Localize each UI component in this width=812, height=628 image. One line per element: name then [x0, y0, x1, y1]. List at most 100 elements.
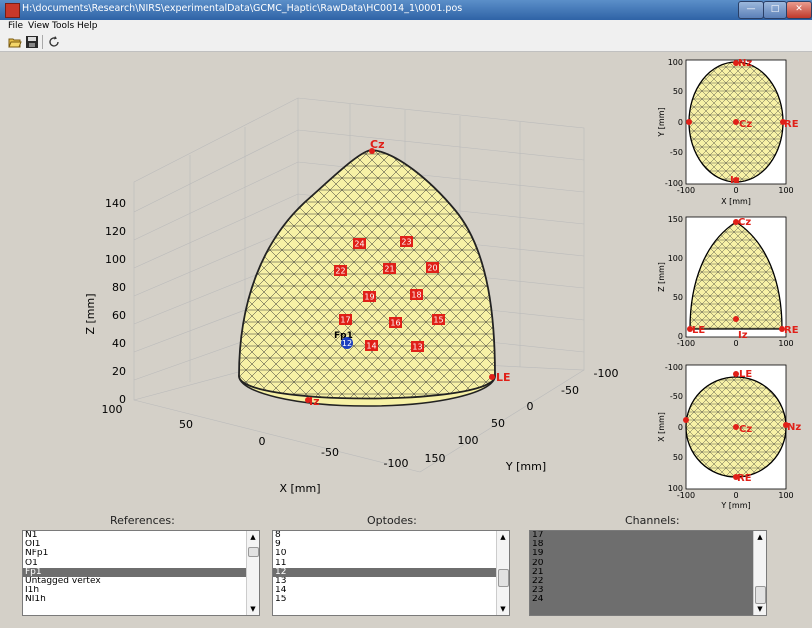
- list-item[interactable]: 22: [530, 577, 766, 586]
- references-listbox[interactable]: N1 OI1 NFp1 O1 Fp1 Untagged vertex I1h N…: [22, 530, 260, 616]
- optode-12-label: 12: [342, 339, 352, 348]
- front-view-axes[interactable]: Cz LE Iz RE 150 100 50 0 -100 0 100 Z [m…: [650, 212, 810, 357]
- landmark-cz-label: Cz: [370, 138, 384, 151]
- left-ticks: -100 -50 0 50 100: [665, 363, 683, 493]
- scroll-thumb[interactable]: [755, 586, 766, 604]
- menu-tools[interactable]: Tools: [52, 20, 74, 33]
- x-axis-label: X [mm]: [721, 197, 751, 206]
- list-item[interactable]: 20: [530, 559, 766, 568]
- close-button[interactable]: ✕: [786, 1, 812, 19]
- bottom-ticks: -100 0 100: [677, 339, 794, 348]
- list-item[interactable]: 18: [530, 540, 766, 549]
- open-folder-icon[interactable]: [8, 35, 22, 49]
- scroll-down-icon[interactable]: ▼: [247, 603, 259, 615]
- scroll-up-icon[interactable]: ▲: [754, 531, 766, 543]
- optode-15[interactable]: 15: [432, 314, 445, 325]
- z-tick: 40: [112, 337, 126, 350]
- side-view-axes[interactable]: LE Nz Cz RE -100 -50 0 50 100 -100 0 100…: [650, 360, 810, 512]
- scroll-down-icon[interactable]: ▼: [497, 603, 509, 615]
- optode-20-label: 20: [427, 264, 437, 273]
- top-view-axes[interactable]: Nz Cz RE Iz 100 50 0 -50 -100 -100 0 100…: [650, 55, 810, 210]
- list-item[interactable]: 10: [273, 549, 509, 558]
- list-item[interactable]: 8: [273, 531, 509, 540]
- window-title: H:\documents\Research\NIRS\experimentalD…: [22, 3, 463, 14]
- menu-help[interactable]: Help: [77, 20, 98, 33]
- y-tick: -50: [561, 384, 579, 397]
- optode-19[interactable]: 19: [363, 291, 376, 302]
- list-item[interactable]: I1h: [23, 586, 259, 595]
- maximize-button[interactable]: □: [763, 1, 787, 19]
- list-item[interactable]: 17: [530, 531, 766, 540]
- landmark-le-label: LE: [496, 371, 511, 384]
- optode-18[interactable]: 18: [410, 289, 423, 300]
- y-tick: 100: [458, 434, 479, 447]
- list-item[interactable]: Untagged vertex: [23, 577, 259, 586]
- menu-file[interactable]: File: [8, 20, 23, 33]
- tick: -100: [665, 363, 683, 372]
- list-item[interactable]: NI1h: [23, 595, 259, 604]
- tick: 100: [668, 58, 683, 67]
- optode-16[interactable]: 16: [389, 317, 402, 328]
- scrollbar[interactable]: ▲ ▼: [753, 531, 766, 615]
- list-item-selected[interactable]: Fp1: [23, 567, 259, 577]
- optode-20[interactable]: 20: [426, 262, 439, 273]
- label-re: RE: [737, 473, 752, 484]
- save-icon[interactable]: [25, 35, 39, 49]
- optode-13-label: 13: [412, 343, 422, 352]
- tick: -100: [677, 339, 695, 348]
- scroll-thumb[interactable]: [248, 547, 259, 557]
- x-axis-label: Y [mm]: [720, 501, 750, 510]
- list-item[interactable]: 15: [273, 595, 509, 604]
- list-item[interactable]: 13: [273, 577, 509, 586]
- list-item[interactable]: 24: [530, 595, 766, 604]
- x-tick: 100: [102, 403, 123, 416]
- list-item[interactable]: O1: [23, 559, 259, 568]
- optode-23[interactable]: 23: [400, 236, 413, 247]
- scroll-up-icon[interactable]: ▲: [247, 531, 259, 543]
- y-axis-label: Z [mm]: [657, 262, 666, 292]
- optode-12-selected[interactable]: 12: [341, 337, 353, 349]
- optodes-listbox[interactable]: 8 9 10 11 12 13 14 15 ▲ ▼: [272, 530, 510, 616]
- optode-21[interactable]: 21: [383, 263, 396, 274]
- optode-22[interactable]: 22: [334, 265, 347, 276]
- z-tick: 120: [105, 225, 126, 238]
- optode-19-label: 19: [364, 293, 374, 302]
- channels-listbox[interactable]: 17 18 19 20 21 22 23 24 ▲ ▼: [529, 530, 767, 616]
- tick: -50: [670, 392, 683, 401]
- optode-17[interactable]: 17: [339, 314, 352, 325]
- scroll-thumb[interactable]: [498, 569, 509, 587]
- list-item[interactable]: OI1: [23, 540, 259, 549]
- scrollbar[interactable]: ▲ ▼: [246, 531, 259, 615]
- list-item[interactable]: 23: [530, 586, 766, 595]
- list-item[interactable]: NFp1: [23, 549, 259, 558]
- optode-15-label: 15: [433, 316, 443, 325]
- menu-view[interactable]: View: [28, 20, 49, 33]
- rotate-icon[interactable]: [47, 35, 61, 49]
- main-3d-axes[interactable]: Cz LE Iz Fp1 24 23 22 21 20 19 18 17 16 …: [0, 52, 640, 502]
- z-tick: 60: [112, 309, 126, 322]
- left-ticks: 150 100 50 0: [668, 215, 683, 341]
- channels-title: Channels:: [625, 514, 680, 527]
- optode-24[interactable]: 24: [353, 238, 366, 249]
- list-item[interactable]: 21: [530, 568, 766, 577]
- optode-13[interactable]: 13: [411, 341, 424, 352]
- list-item[interactable]: 11: [273, 559, 509, 568]
- y-axis-label: Y [mm]: [505, 460, 546, 473]
- scroll-up-icon[interactable]: ▲: [497, 531, 509, 543]
- y-tick: 150: [425, 452, 446, 465]
- label-iz: Iz: [738, 330, 748, 341]
- list-item[interactable]: 19: [530, 549, 766, 558]
- optode-14[interactable]: 14: [365, 340, 378, 351]
- scroll-down-icon[interactable]: ▼: [754, 603, 766, 615]
- landmark-le[interactable]: [489, 374, 495, 380]
- list-item[interactable]: 14: [273, 586, 509, 595]
- label-re: RE: [784, 119, 799, 130]
- z-axis-label: Z [mm]: [84, 293, 97, 334]
- minimize-button[interactable]: —: [738, 1, 764, 19]
- label-cz: Cz: [739, 119, 752, 130]
- list-item[interactable]: N1: [23, 531, 259, 540]
- list-item[interactable]: 9: [273, 540, 509, 549]
- tick: 100: [668, 254, 683, 263]
- scrollbar[interactable]: ▲ ▼: [496, 531, 509, 615]
- list-item-selected[interactable]: 12: [273, 567, 509, 577]
